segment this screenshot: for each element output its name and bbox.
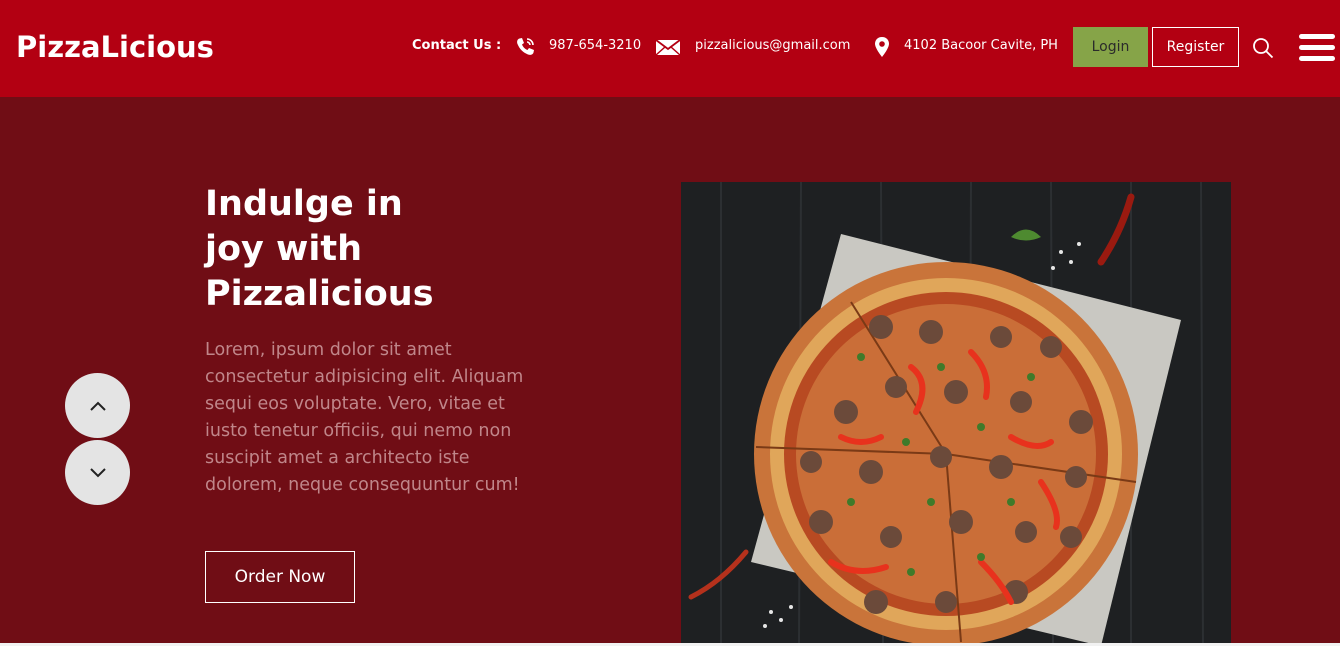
order-now-button[interactable]: Order Now <box>205 551 355 603</box>
hero-pizza-image <box>681 182 1231 646</box>
phone-icon <box>517 38 534 55</box>
phone-number[interactable]: 987-654-3210 <box>549 38 641 53</box>
address: 4102 Bacoor Cavite, PH <box>904 38 1058 53</box>
contact-label: Contact Us : <box>412 38 502 53</box>
hero-description: Lorem, ipsum dolor sit amet consectetur … <box>205 340 524 495</box>
hamburger-menu-icon[interactable] <box>1299 34 1335 62</box>
login-button[interactable]: Login <box>1073 27 1148 67</box>
site-logo[interactable]: PizzaLicious <box>16 30 214 64</box>
slide-up-button[interactable] <box>65 373 130 438</box>
search-icon[interactable] <box>1251 36 1275 60</box>
chevron-up-icon <box>89 401 106 411</box>
register-button[interactable]: Register <box>1152 27 1239 67</box>
hero-title-line: joy with <box>205 229 363 269</box>
email-address[interactable]: pizzalicious@gmail.com <box>695 38 850 53</box>
site-header: PizzaLicious Contact Us : 987-654-3210 p… <box>0 0 1340 97</box>
slide-down-button[interactable] <box>65 440 130 505</box>
chevron-down-icon <box>89 467 106 477</box>
mail-icon <box>655 39 681 56</box>
hero-title: Indulge in joy with Pizzalicious <box>205 182 505 317</box>
hero-title-line: Pizzalicious <box>205 274 434 314</box>
hero-title-line: Indulge in <box>205 184 403 224</box>
location-pin-icon <box>875 37 889 57</box>
